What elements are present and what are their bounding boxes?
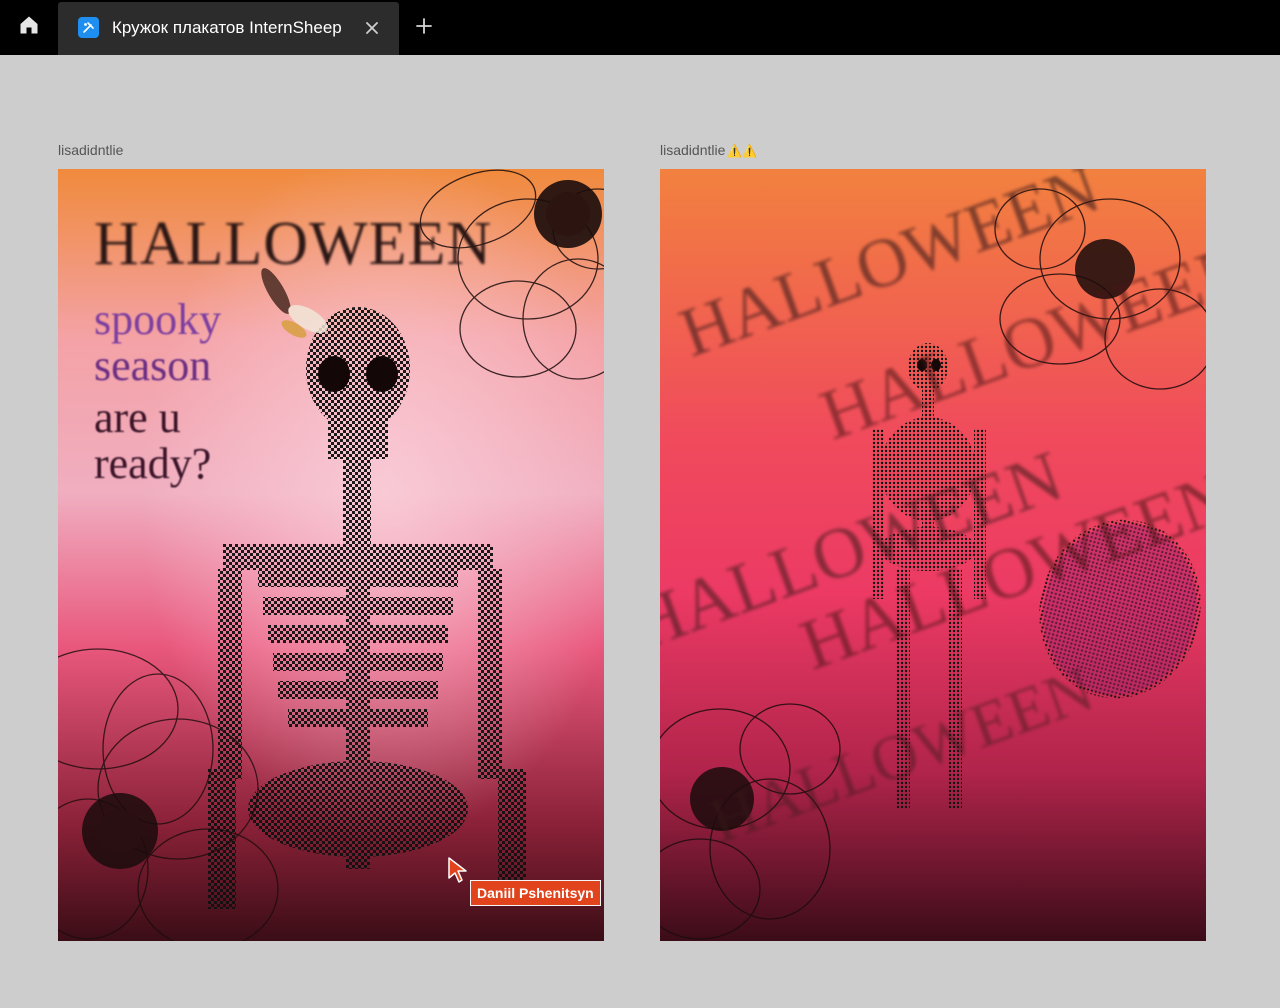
poster-line: are u [94,393,181,442]
collaborator-name-tag: Daniil Pshenitsyn [470,880,601,906]
home-icon [19,15,39,40]
poster-line: ready? [94,439,212,488]
plus-icon [416,17,432,39]
poster-title: HALLOWEEN [94,210,493,278]
new-tab-button[interactable] [410,14,438,42]
frame-label-1[interactable]: lisadidntlie [58,142,123,158]
frame-name: lisadidntlie [660,142,726,158]
collaborator-cursor-icon [446,856,470,884]
tab-active-file[interactable]: Кружок плакатов InternSheep [58,2,399,55]
home-button[interactable] [0,0,58,55]
poster-line: spooky [94,295,222,344]
frame-label-2[interactable]: lisadidntlie ⚠️⚠️ [660,142,757,158]
figma-file-icon [78,17,99,38]
poster-line: season [94,341,212,390]
poster-1-artwork [58,169,604,941]
tab-title: Кружок плакатов InternSheep [112,18,342,37]
close-icon[interactable] [360,16,384,40]
warning-badge: ⚠️⚠️ [727,144,758,158]
poster-frame-1[interactable]: HALLOWEEN spooky season are u ready? [58,169,604,941]
tab-bar: Кружок плакатов InternSheep [0,0,1280,55]
frame-name: lisadidntlie [58,142,124,158]
poster-frame-2[interactable]: HALLOWEEN HALLOWEEN HALLOWEEN HALLOWEEN … [660,169,1206,941]
